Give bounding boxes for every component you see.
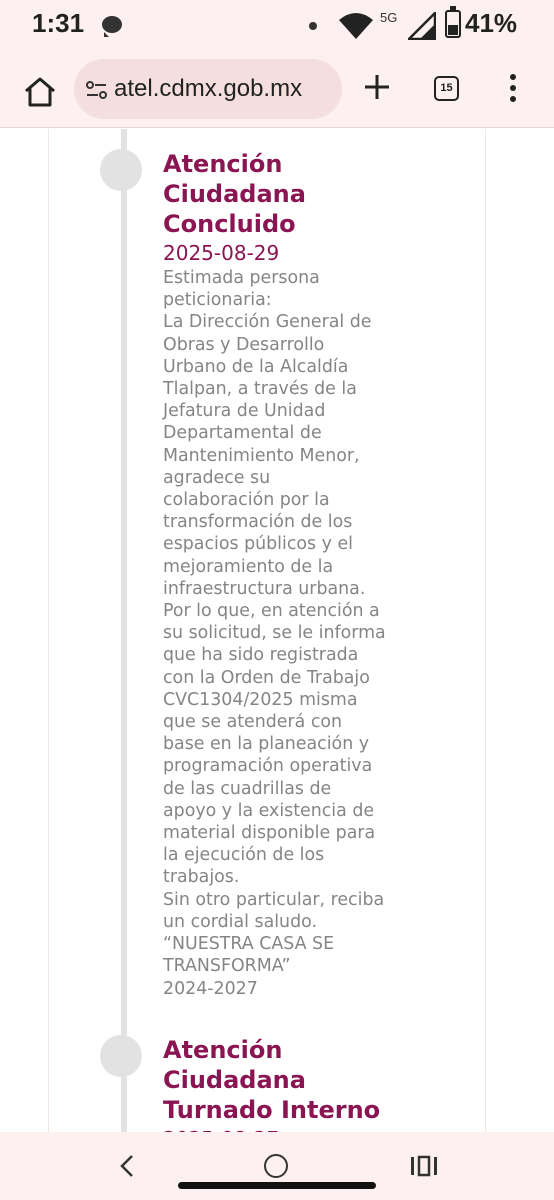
network-type-label: 5G xyxy=(380,10,398,25)
system-nav-bar xyxy=(0,1132,554,1200)
battery-percentage: 41% xyxy=(465,8,518,38)
status-time: 1:31 xyxy=(32,8,85,38)
gesture-handle[interactable] xyxy=(178,1182,376,1189)
address-bar[interactable]: atel.cdmx.gob.mx xyxy=(74,59,342,119)
site-settings-icon[interactable] xyxy=(84,77,110,103)
battery-icon xyxy=(445,6,461,38)
home-circle-icon[interactable] xyxy=(264,1154,288,1178)
url-text[interactable]: atel.cdmx.gob.mx xyxy=(114,75,302,103)
entry-title: Atención Ciudadana Turnado Interno xyxy=(163,1036,381,1124)
cell-signal-icon xyxy=(408,12,436,40)
add-icon[interactable] xyxy=(360,70,394,104)
wifi-icon xyxy=(339,13,373,39)
more-vert-icon[interactable] xyxy=(502,72,524,104)
timeline-dot xyxy=(100,1035,142,1077)
browser-toolbar: atel.cdmx.gob.mx 15 xyxy=(0,52,554,128)
page-content: Atención Ciudadana Concluido 2025-08-29 … xyxy=(0,129,554,1132)
entry-title: Atención Ciudadana Concluido xyxy=(163,150,306,238)
home-icon[interactable] xyxy=(22,74,58,110)
entry-date: 2025-08-29 xyxy=(163,241,280,265)
timeline-entry: Atención Ciudadana Turnado Interno 2025-… xyxy=(163,1035,443,1132)
back-icon[interactable] xyxy=(116,1152,140,1180)
recents-icon[interactable] xyxy=(410,1154,438,1178)
status-bar: 1:31 5G 41% xyxy=(0,0,554,52)
notification-dot-icon xyxy=(309,22,317,30)
entry-body: Estimada persona peticionaria: La Direcc… xyxy=(163,268,386,999)
timeline-entry: Atención Ciudadana Concluido 2025-08-29 … xyxy=(163,149,443,1000)
tab-switcher-button[interactable]: 15 xyxy=(434,76,459,101)
chat-notification-icon xyxy=(102,16,122,37)
timeline-line xyxy=(121,129,127,1132)
timeline-dot xyxy=(100,149,142,191)
